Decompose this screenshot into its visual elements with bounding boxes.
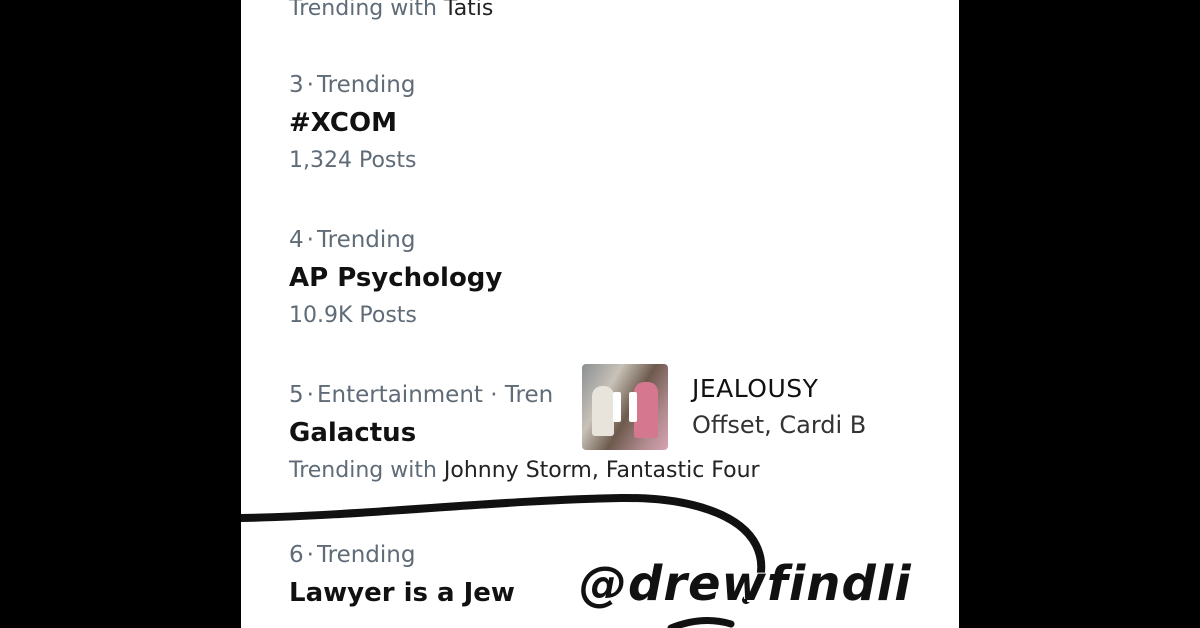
trend-item-6[interactable]: 6 · Trending Lawyer is a Jew [289, 540, 515, 610]
music-sticker[interactable]: JEALOUSY Offset, Cardi B [582, 364, 866, 450]
song-artist: Offset, Cardi B [692, 411, 867, 439]
separator: · [306, 227, 314, 253]
trend-category: Entertainment · Tren [316, 382, 554, 408]
creator-handle: @drewfindli [579, 556, 912, 612]
separator: · [306, 542, 314, 568]
trend-meta: 6 · Trending [289, 540, 515, 570]
trends-panel: Trending with Tatis 3 · Trending #XCOM 1,3… [241, 0, 959, 628]
trend-rank: 4 [289, 227, 304, 253]
trend-item-4[interactable]: 4 · Trending AP Psychology 10.9K Posts [289, 225, 502, 331]
trend-rank: 5 [289, 382, 304, 408]
trend-rank: 6 [289, 542, 304, 568]
trend-post-count: 1,324 Posts [289, 148, 417, 173]
trend-meta: 3 · Trending [289, 70, 416, 100]
trend-category: Trending [316, 542, 416, 568]
trend-context-names: Tatis [443, 0, 494, 21]
trend-context: Trending with Tatis [289, 0, 493, 24]
song-info: JEALOUSY Offset, Cardi B [692, 372, 866, 442]
trend-context-prefix: Trending with [289, 0, 444, 21]
trend-rank: 3 [289, 72, 304, 98]
trend-item-2[interactable]: Trending with Tatis [289, 0, 493, 24]
trend-item-3[interactable]: 3 · Trending #XCOM 1,324 Posts [289, 70, 416, 176]
separator: · [306, 72, 314, 98]
trend-title: AP Psychology [289, 263, 503, 293]
trend-title: #XCOM [289, 108, 397, 138]
trend-context-prefix: Trending with [289, 458, 444, 483]
trend-category: Trending [316, 72, 416, 98]
trend-meta: 4 · Trending [289, 225, 502, 255]
song-title: JEALOUSY [692, 374, 819, 403]
trend-post-count: 10.9K Posts [289, 303, 417, 328]
trend-context: Trending with Johnny Storm, Fantastic Fo… [289, 456, 760, 486]
album-cover[interactable] [582, 364, 668, 450]
trend-title: Lawyer is a Jew [289, 578, 515, 608]
pause-icon[interactable] [611, 392, 639, 422]
trend-category: Trending [316, 227, 416, 253]
trend-context-names: Johnny Storm, Fantastic Four [443, 458, 760, 483]
separator: · [306, 382, 314, 408]
